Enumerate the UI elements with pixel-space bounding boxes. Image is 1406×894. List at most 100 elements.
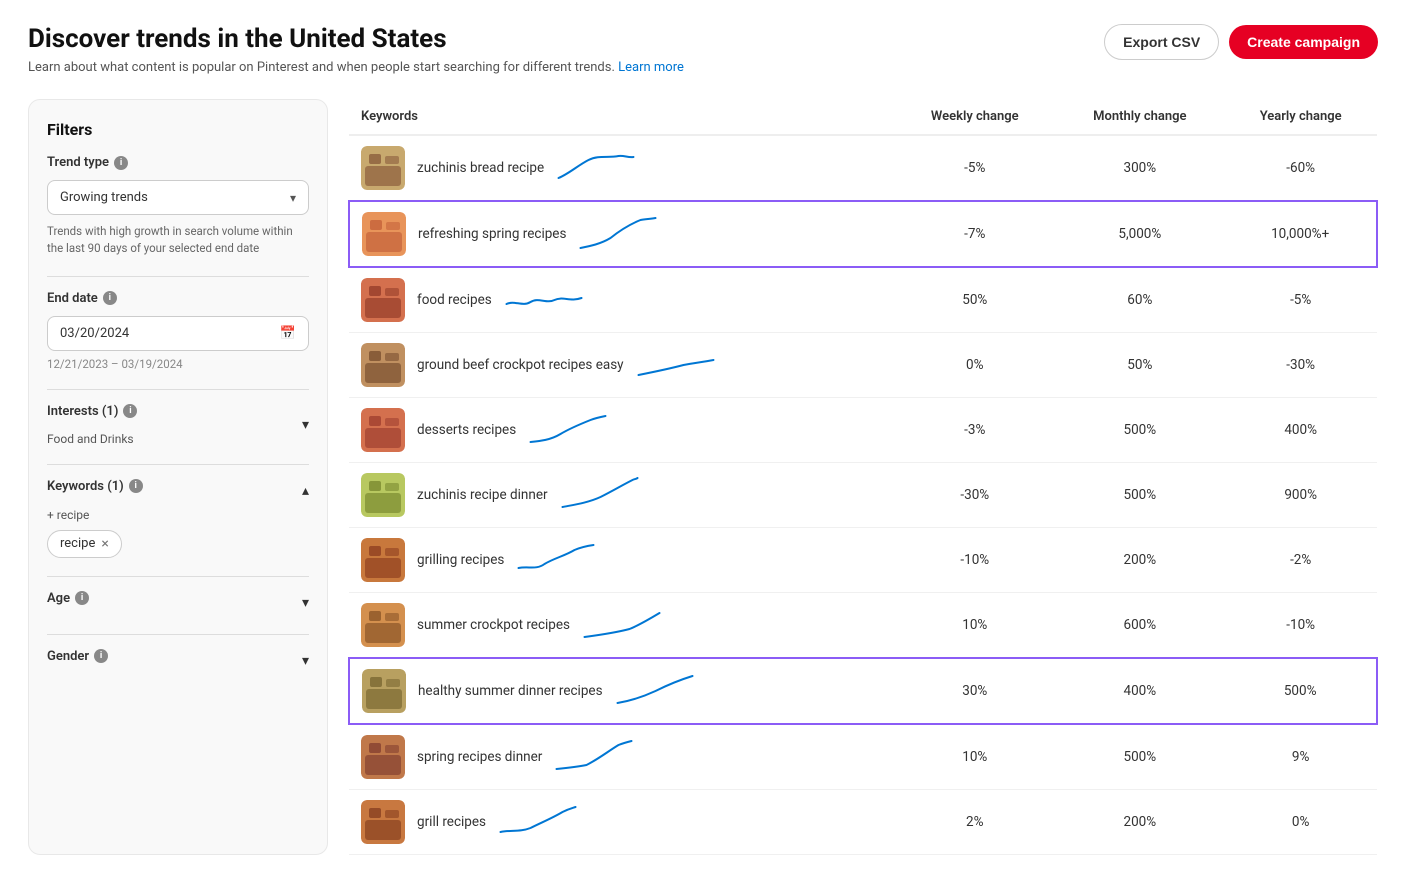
monthly-change: 200% — [1055, 790, 1224, 855]
page-title: Discover trends in the United States — [28, 24, 684, 54]
keyword-name: refreshing spring recipes — [418, 226, 566, 242]
gender-label: Gender i — [47, 649, 108, 664]
weekly-change: -10% — [894, 528, 1055, 593]
learn-more-link[interactable]: Learn more — [618, 60, 684, 75]
table-row[interactable]: desserts recipes -3% 500% 400% — [349, 398, 1377, 463]
trend-type-info-icon[interactable]: i — [114, 156, 128, 170]
keyword-name: food recipes — [417, 292, 492, 308]
keywords-filter: Keywords (1) i + recipe recipe × — [47, 479, 309, 558]
weekly-change: -30% — [894, 463, 1055, 528]
divider-4 — [47, 576, 309, 577]
col-monthly: Monthly change — [1055, 99, 1224, 135]
keyword-name: grilling recipes — [417, 552, 504, 568]
yearly-change: -30% — [1224, 333, 1377, 398]
divider-5 — [47, 634, 309, 635]
keyword-cell: refreshing spring recipes — [349, 201, 894, 267]
weekly-change: 10% — [894, 724, 1055, 790]
yearly-change: -5% — [1224, 267, 1377, 333]
keyword-cell: zuchinis bread recipe — [349, 135, 894, 201]
yearly-change: 400% — [1224, 398, 1377, 463]
age-info-icon[interactable]: i — [75, 591, 89, 605]
trend-type-chevron-icon — [290, 191, 296, 205]
keyword-tag[interactable]: recipe × — [47, 530, 122, 558]
add-keyword-text: + recipe — [47, 508, 309, 522]
weekly-change: 50% — [894, 267, 1055, 333]
table-row[interactable]: refreshing spring recipes -7% 5,000% 10,… — [349, 201, 1377, 267]
age-chevron-icon[interactable] — [302, 595, 309, 611]
table-row[interactable]: spring recipes dinner 10% 500% 9% — [349, 724, 1377, 790]
keyword-tag-label: recipe — [60, 536, 95, 551]
keyword-cell: food recipes — [349, 267, 894, 333]
yearly-change: -60% — [1224, 135, 1377, 201]
keyword-thumbnail — [361, 735, 405, 779]
monthly-change: 500% — [1055, 398, 1224, 463]
col-keywords: Keywords — [349, 99, 894, 135]
table-row[interactable]: summer crockpot recipes 10% 600% -10% — [349, 593, 1377, 659]
col-yearly: Yearly change — [1224, 99, 1377, 135]
trend-type-description: Trends with high growth in search volume… — [47, 223, 309, 258]
weekly-change: 30% — [894, 658, 1055, 724]
keyword-cell: ground beef crockpot recipes easy — [349, 333, 894, 398]
gender-filter: Gender i — [47, 649, 309, 674]
weekly-change: -3% — [894, 398, 1055, 463]
keyword-thumbnail — [362, 212, 406, 256]
keyword-name: spring recipes dinner — [417, 749, 542, 765]
keyword-thumbnail — [361, 343, 405, 387]
interests-info-icon[interactable]: i — [123, 404, 137, 418]
table-row[interactable]: grill recipes 2% 200% 0% — [349, 790, 1377, 855]
monthly-change: 300% — [1055, 135, 1224, 201]
table-scroll-container[interactable]: Keywords Weekly change Monthly change Ye… — [348, 99, 1378, 855]
yearly-change: 9% — [1224, 724, 1377, 790]
table-row[interactable]: zuchinis recipe dinner -30% 500% 900% — [349, 463, 1377, 528]
divider-2 — [47, 389, 309, 390]
keywords-label: Keywords (1) i — [47, 479, 143, 494]
table-row[interactable]: zuchinis bread recipe -5% 300% -60% — [349, 135, 1377, 201]
yearly-change: 900% — [1224, 463, 1377, 528]
create-campaign-button[interactable]: Create campaign — [1229, 25, 1378, 59]
age-label: Age i — [47, 591, 89, 606]
interests-value: Food and Drinks — [47, 432, 137, 446]
end-date-label: End date i — [47, 291, 309, 306]
weekly-change: 2% — [894, 790, 1055, 855]
table-header: Keywords Weekly change Monthly change Ye… — [349, 99, 1377, 135]
table-row[interactable]: ground beef crockpot recipes easy 0% 50%… — [349, 333, 1377, 398]
monthly-change: 60% — [1055, 267, 1224, 333]
keyword-thumbnail — [361, 278, 405, 322]
filters-title: Filters — [47, 120, 309, 139]
export-csv-button[interactable]: Export CSV — [1104, 24, 1219, 60]
keywords-info-icon[interactable]: i — [129, 479, 143, 493]
divider-1 — [47, 276, 309, 277]
interests-chevron-icon[interactable] — [302, 417, 309, 433]
yearly-change: 10,000%+ — [1224, 201, 1377, 267]
keyword-cell: spring recipes dinner — [349, 724, 894, 790]
keyword-thumbnail — [361, 800, 405, 844]
keyword-thumbnail — [362, 669, 406, 713]
keyword-remove-icon[interactable]: × — [101, 536, 108, 552]
end-date-info-icon[interactable]: i — [103, 291, 117, 305]
monthly-change: 50% — [1055, 333, 1224, 398]
keyword-cell: grill recipes — [349, 790, 894, 855]
keywords-chevron-icon[interactable] — [302, 483, 309, 499]
table-row[interactable]: food recipes 50% 60% -5% — [349, 267, 1377, 333]
keyword-thumbnail — [361, 538, 405, 582]
yearly-change: -10% — [1224, 593, 1377, 659]
monthly-change: 600% — [1055, 593, 1224, 659]
weekly-change: 0% — [894, 333, 1055, 398]
monthly-change: 400% — [1055, 658, 1224, 724]
page-subtitle: Learn about what content is popular on P… — [28, 60, 684, 75]
monthly-change: 500% — [1055, 463, 1224, 528]
filters-sidebar: Filters Trend type i Growing trends Tren… — [28, 99, 328, 855]
keyword-name: ground beef crockpot recipes easy — [417, 357, 624, 373]
table-row[interactable]: healthy summer dinner recipes 30% 400% 5… — [349, 658, 1377, 724]
date-range-text: 12/21/2023 – 03/19/2024 — [47, 357, 309, 371]
keyword-name: zuchinis recipe dinner — [417, 487, 548, 503]
gender-chevron-icon[interactable] — [302, 653, 309, 669]
end-date-input[interactable]: 03/20/2024 📅 — [47, 316, 309, 351]
trend-type-select[interactable]: Growing trends — [47, 180, 309, 215]
gender-info-icon[interactable]: i — [94, 649, 108, 663]
keyword-name: summer crockpot recipes — [417, 617, 570, 633]
yearly-change: -2% — [1224, 528, 1377, 593]
col-weekly: Weekly change — [894, 99, 1055, 135]
table-row[interactable]: grilling recipes -10% 200% -2% — [349, 528, 1377, 593]
trend-type-label: Trend type i — [47, 155, 309, 170]
